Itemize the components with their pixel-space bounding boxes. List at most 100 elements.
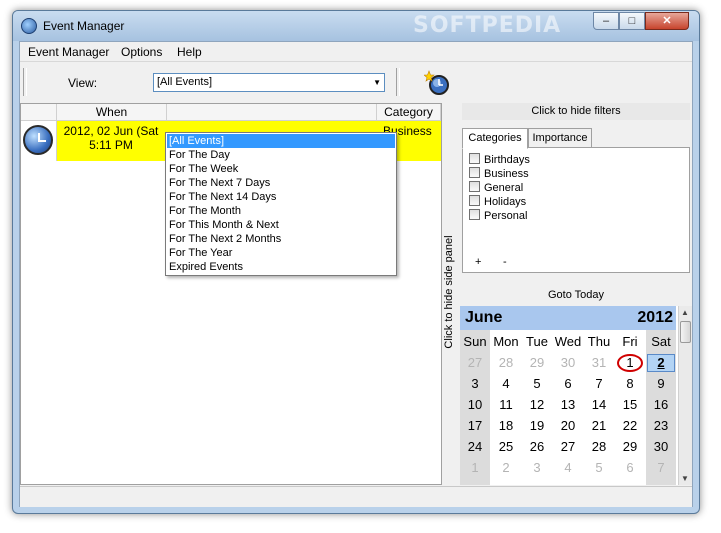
title-bar[interactable]: Event Manager SOFTPEDIA – □ ✕ [13,11,699,41]
checkbox[interactable] [469,167,480,178]
calendar-day[interactable]: 12 [522,395,552,415]
event-date: 2012, 02 Jun (Sat [63,124,159,138]
weekday-label: Sun [463,334,487,349]
category-holidays[interactable]: Holidays [469,195,526,209]
calendar-scrollbar[interactable]: ▲ ▼ [678,306,692,485]
add-category-button[interactable]: + [475,256,481,268]
calendar-day[interactable]: 28 [584,437,614,457]
new-event-button[interactable] [423,70,450,96]
calendar-day[interactable]: 25 [491,437,521,457]
calendar-day[interactable]: 30 [646,437,676,457]
calendar-day[interactable]: 28 [491,353,521,373]
view-option[interactable]: [All Events] [167,134,395,148]
calendar-day[interactable]: 4 [553,458,583,478]
category-business[interactable]: Business [469,167,529,181]
calendar-day[interactable]: 6 [615,458,645,478]
close-button[interactable]: ✕ [645,12,689,30]
menu-options[interactable]: Options [121,45,162,59]
tab-importance[interactable]: Importance [528,128,592,148]
remove-category-button[interactable]: - [503,256,507,268]
calendar-day[interactable]: 19 [522,416,552,436]
calendar-day[interactable]: 7 [646,458,676,478]
maximize-button[interactable]: □ [619,12,645,30]
calendar-day[interactable]: 24 [460,437,490,457]
category-personal[interactable]: Personal [469,209,527,223]
scroll-thumb[interactable] [680,321,691,343]
column-category[interactable]: Category [377,104,441,121]
calendar-day[interactable]: 3 [522,458,552,478]
calendar-day[interactable]: 29 [522,353,552,373]
view-option[interactable]: For The Day [167,148,395,162]
calendar-day[interactable]: 7 [584,374,614,394]
calendar-day[interactable]: 29 [615,437,645,457]
clock-icon [23,125,53,155]
view-option[interactable]: For The Year [167,246,395,260]
calendar-day[interactable]: 23 [646,416,676,436]
view-select[interactable]: [All Events] ▼ [153,73,385,92]
menu-event-manager[interactable]: Event Manager [28,45,109,59]
weekday-label: Thu [587,334,611,349]
view-option[interactable]: For The Next 14 Days [167,190,395,204]
calendar-day[interactable]: 11 [491,395,521,415]
scroll-up-icon[interactable]: ▲ [681,308,689,317]
view-option[interactable]: Expired Events [167,260,395,274]
minimize-button[interactable]: – [593,12,619,30]
calendar-day[interactable]: 26 [522,437,552,457]
categories-panel: Birthdays Business General Holidays Pers… [462,147,690,273]
weekday-label: Fri [622,334,638,349]
calendar-day[interactable]: 9 [646,374,676,394]
view-option[interactable]: For This Month & Next [167,218,395,232]
category-label: Business [484,168,529,180]
calendar-day[interactable]: 2 [491,458,521,478]
calendar-day[interactable]: 1 [460,458,490,478]
tab-categories[interactable]: Categories [462,128,528,149]
calendar-day[interactable]: 27 [553,437,583,457]
calendar-day[interactable]: 8 [615,374,645,394]
calendar-day[interactable]: 18 [491,416,521,436]
calendar-day[interactable]: 16 [646,395,676,415]
column-description[interactable] [167,104,377,121]
calendar-day[interactable]: 5 [522,374,552,394]
checkbox[interactable] [469,181,480,192]
column-icon[interactable] [21,104,57,121]
calendar-day[interactable]: 22 [615,416,645,436]
goto-today-button[interactable]: Goto Today [462,289,690,301]
weekday-label: Sat [651,334,671,349]
calendar-year: 2012 [637,309,673,326]
view-option[interactable]: For The Next 2 Months [167,232,395,246]
watermark: SOFTPEDIA [413,13,562,38]
calendar-day[interactable]: 17 [460,416,490,436]
checkbox[interactable] [469,195,480,206]
calendar-day[interactable]: 10 [460,395,490,415]
checkbox[interactable] [469,209,480,220]
view-option[interactable]: For The Week [167,162,395,176]
calendar-day[interactable]: 6 [553,374,583,394]
calendar-day[interactable]: 4 [491,374,521,394]
toolbar-grip [23,68,27,96]
calendar-day[interactable]: 3 [460,374,490,394]
today-marker [617,354,643,372]
calendar: June 2012 Sun Mon Tue Wed Thu Fri Sat 27 28 29 30 3… [460,306,692,485]
calendar-day[interactable]: 30 [553,353,583,373]
view-option[interactable]: For The Next 7 Days [167,176,395,190]
calendar-day[interactable]: 15 [615,395,645,415]
menu-help[interactable]: Help [177,45,202,59]
calendar-day[interactable]: 27 [460,353,490,373]
hide-side-panel-label: Click to hide side panel [443,235,455,349]
category-general[interactable]: General [469,181,523,195]
view-dropdown-list[interactable]: [All Events] For The Day For The Week For T… [165,132,397,276]
calendar-day[interactable]: 2 [647,354,675,372]
category-birthdays[interactable]: Birthdays [469,153,530,167]
checkbox[interactable] [469,153,480,164]
calendar-day[interactable]: 14 [584,395,614,415]
column-when[interactable]: When [57,104,167,121]
calendar-day[interactable]: 20 [553,416,583,436]
scroll-down-icon[interactable]: ▼ [681,474,689,483]
calendar-day[interactable]: 31 [584,353,614,373]
calendar-day[interactable]: 5 [584,458,614,478]
calendar-day[interactable]: 21 [584,416,614,436]
hide-filters-button[interactable]: Click to hide filters [462,103,690,120]
hide-side-panel-strip[interactable]: Click to hide side panel [443,103,460,485]
view-option[interactable]: For The Month [167,204,395,218]
calendar-day[interactable]: 13 [553,395,583,415]
